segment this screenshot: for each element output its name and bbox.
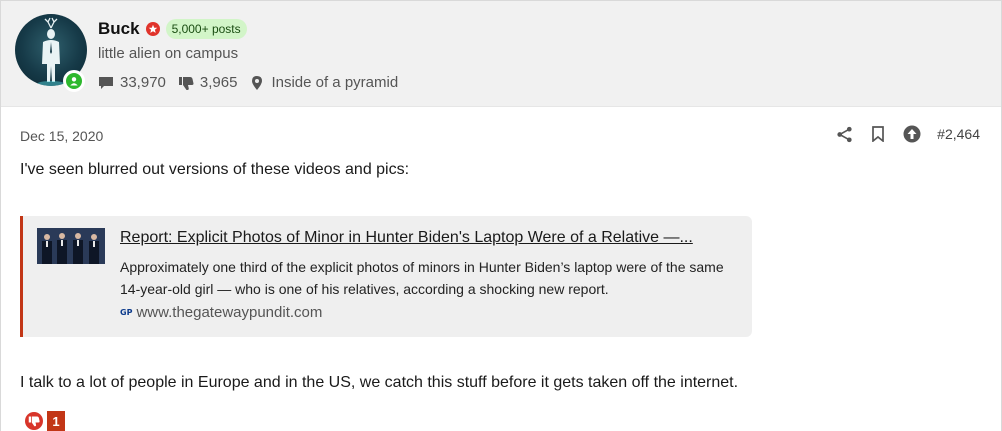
site-favicon-icon: GP xyxy=(120,308,133,317)
post-paragraph: I talk to a lot of people in Europe and … xyxy=(20,374,739,391)
reaction-count: 1 xyxy=(47,411,65,431)
link-preview-source[interactable]: GP www.thegatewaypundit.com xyxy=(120,304,322,321)
stat-likes: 3,965 xyxy=(178,74,238,91)
group-photo-icon xyxy=(37,228,105,264)
user-title: little alien on campus xyxy=(98,45,239,62)
username[interactable]: Buck xyxy=(98,19,140,39)
thumbs-down-icon xyxy=(178,76,194,90)
arrow-up-circle-icon[interactable] xyxy=(903,125,921,143)
star-badge-icon xyxy=(145,22,160,36)
map-pin-icon xyxy=(252,75,263,90)
bookmark-icon[interactable] xyxy=(869,125,887,143)
comment-icon xyxy=(99,76,113,89)
share-icon[interactable] xyxy=(835,125,853,143)
post-reactions[interactable]: 1 xyxy=(25,411,65,431)
post-card: Buck 5,000+ posts little alien on campus… xyxy=(0,0,1002,431)
status-online-icon xyxy=(63,70,85,92)
user-stats: 33,970 3,965 Inside of a pyramid xyxy=(98,74,410,91)
stat-replies: 33,970 xyxy=(98,74,166,91)
stat-location: Inside of a pyramid xyxy=(249,74,398,91)
replies-count: 33,970 xyxy=(120,74,166,91)
thumbs-down-icon[interactable] xyxy=(25,412,43,430)
post-actions: #2,464 xyxy=(819,125,980,143)
username-row: Buck 5,000+ posts xyxy=(98,17,247,41)
link-preview-thumbnail[interactable] xyxy=(37,228,105,264)
post-header: Buck 5,000+ posts little alien on campus… xyxy=(1,1,1001,107)
likes-count: 3,965 xyxy=(199,74,238,91)
link-preview-title[interactable]: Report: Explicit Photos of Minor in Hunt… xyxy=(120,229,745,247)
link-preview-description: Approximately one third of the explicit … xyxy=(120,259,724,297)
post-paragraph: I've seen blurred out versions of these … xyxy=(20,161,410,178)
post-count-badge[interactable]: 5,000+ posts xyxy=(165,19,247,39)
location-text: Inside of a pyramid xyxy=(271,74,399,91)
link-preview-card[interactable]: Report: Explicit Photos of Minor in Hunt… xyxy=(20,216,752,337)
post-number[interactable]: #2,464 xyxy=(937,126,980,142)
avatar-container[interactable] xyxy=(15,14,87,92)
post-date[interactable]: Dec 15, 2020 xyxy=(20,128,103,144)
link-preview-domain[interactable]: www.thegatewaypundit.com xyxy=(136,304,322,321)
